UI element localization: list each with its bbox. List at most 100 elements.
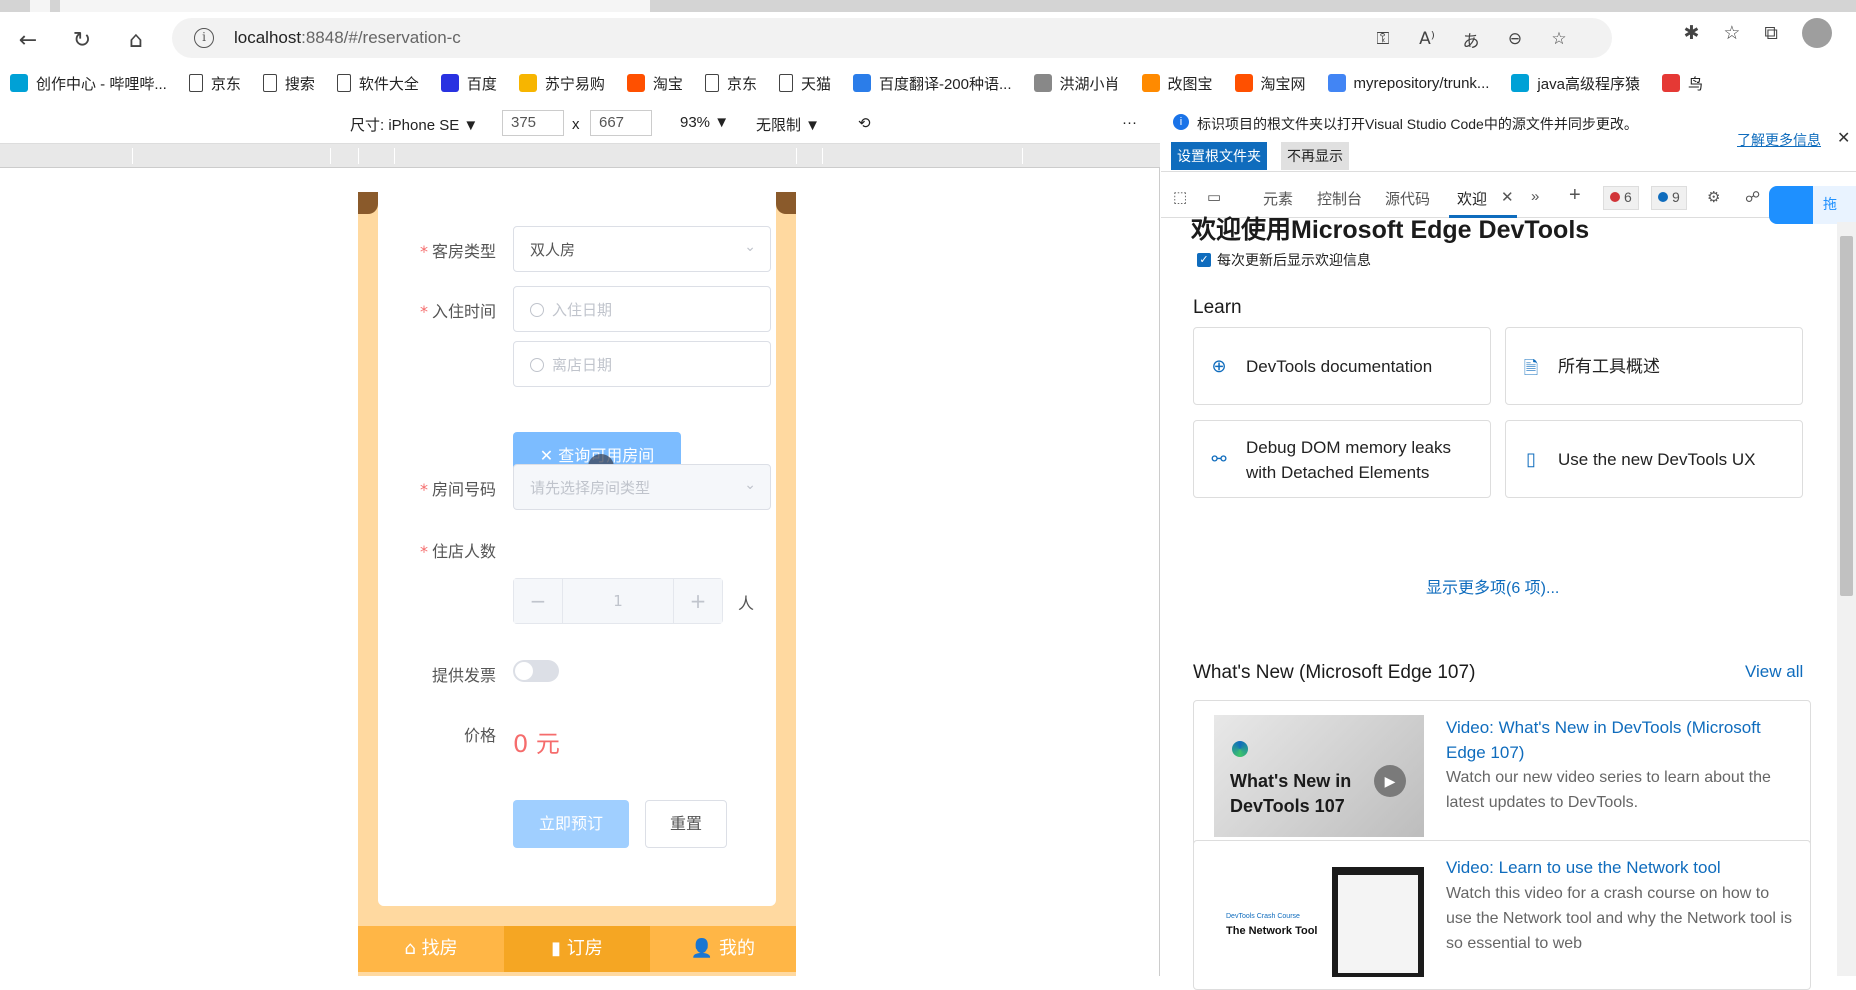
guests-value[interactable]: 1 <box>562 579 674 623</box>
settings-icon[interactable]: ⚙ <box>1707 188 1720 206</box>
tab-sources[interactable]: 源代码 <box>1385 188 1430 209</box>
home-icon[interactable]: ⌂ <box>120 24 152 56</box>
float-tool-label[interactable]: 拖 <box>1813 186 1856 224</box>
scrollbar[interactable] <box>1837 222 1856 976</box>
collections-icon[interactable]: ⧉ <box>1764 22 1778 44</box>
refresh-icon[interactable]: ↻ <box>66 24 98 56</box>
bookmark-item[interactable]: 百度 <box>440 73 497 94</box>
height-input[interactable]: 667 <box>590 110 652 136</box>
bookmark-item[interactable]: 洪湖小肖 <box>1033 73 1120 94</box>
video-thumbnail[interactable]: DevTools Crash Course The Network Tool <box>1214 855 1424 977</box>
invoice-toggle[interactable] <box>513 660 559 682</box>
bookmark-icon <box>1327 74 1346 92</box>
back-icon[interactable]: ← <box>12 24 44 56</box>
address-bar[interactable]: i localhost:8848/#/reservation-c ⚿ A⁾ あ … <box>172 18 1612 58</box>
bookmark-item[interactable]: 京东 <box>188 73 241 94</box>
show-welcome-checkbox[interactable]: ✓ 每次更新后显示欢迎信息 <box>1197 250 1371 270</box>
room-number-select[interactable]: 请先选择房间类型 ⌄ <box>513 464 771 510</box>
video-description: Watch this video for a crash course on h… <box>1446 885 1792 952</box>
rotate-icon[interactable]: ⟲ <box>858 114 871 132</box>
bookmark-item[interactable]: java高级程序猿 <box>1511 73 1640 94</box>
more-options-icon[interactable]: ··· <box>1122 114 1137 131</box>
learn-more-link[interactable]: 了解更多信息 <box>1737 130 1821 150</box>
video-card-network[interactable]: DevTools Crash Course The Network Tool V… <box>1193 840 1811 990</box>
more-tabs-icon[interactable]: » <box>1531 188 1539 205</box>
errors-badge[interactable]: 6 <box>1603 186 1639 210</box>
width-input[interactable]: 375 <box>502 110 564 136</box>
url-text[interactable]: localhost:8848/#/reservation-c <box>234 28 461 48</box>
decrement-button[interactable]: − <box>514 579 562 623</box>
translate-icon[interactable]: あ <box>1458 26 1484 52</box>
float-tool-icon[interactable] <box>1769 186 1813 224</box>
device-toolbar: 尺寸: iPhone SE ▼ 375 x 667 93% ▼ 无限制 ▼ ⟲ … <box>0 102 1160 144</box>
inspect-icon[interactable]: ⬚ <box>1173 188 1187 206</box>
dont-show-button[interactable]: 不再显示 <box>1281 142 1349 170</box>
address-row: ← ↻ ⌂ i localhost:8848/#/reservation-c ⚿… <box>0 12 1856 64</box>
device-toggle-icon[interactable]: ▭ <box>1207 188 1221 206</box>
reset-button[interactable]: 重置 <box>645 800 727 848</box>
favorite-add-icon[interactable]: ☆ <box>1546 26 1572 52</box>
bottom-tabbar: ⌂ 找房 ▮ 订房 👤 我的 <box>358 926 796 972</box>
tab-book-room[interactable]: ▮ 订房 <box>504 926 650 972</box>
checkin-date-input[interactable]: 入住日期 <box>513 286 771 332</box>
bookmark-item[interactable]: 搜索 <box>262 73 315 94</box>
devtools-infobar: i 标识项目的根文件夹以打开Visual Studio Code中的源文件并同步… <box>1161 102 1856 172</box>
bookmark-item[interactable]: 京东 <box>704 73 757 94</box>
extensions-icon[interactable]: ✱ <box>1683 22 1699 44</box>
zoom-icon[interactable]: ⊖ <box>1502 26 1528 52</box>
feedback-icon[interactable]: ☍ <box>1745 188 1760 206</box>
tab-console[interactable]: 控制台 <box>1317 188 1362 209</box>
set-root-button[interactable]: 设置根文件夹 <box>1171 142 1267 170</box>
device-size-select[interactable]: 尺寸: iPhone SE ▼ <box>350 114 478 135</box>
messages-badge[interactable]: 9 <box>1651 186 1687 210</box>
bookmark-item[interactable]: 淘宝 <box>626 73 683 94</box>
read-aloud-icon[interactable]: A⁾ <box>1414 26 1440 52</box>
bookmark-item[interactable]: 创作中心 - 哔哩哔... <box>10 73 167 94</box>
bookmark-item[interactable]: 天猫 <box>778 73 831 94</box>
add-tab-icon[interactable]: + <box>1569 184 1581 207</box>
tab-mine[interactable]: 👤 我的 <box>650 926 796 972</box>
close-icon[interactable]: ✕ <box>1837 128 1850 148</box>
view-all-link[interactable]: View all <box>1745 662 1803 682</box>
play-icon[interactable]: ▶ <box>1374 765 1406 797</box>
bookmark-item[interactable]: 改图宝 <box>1141 73 1213 94</box>
bookmark-item[interactable]: 鸟 <box>1661 73 1703 94</box>
docs-icon: ⊕ <box>1211 356 1227 376</box>
learn-card-docs[interactable]: ⊕ DevTools documentation <box>1193 327 1491 405</box>
tab-find-room[interactable]: ⌂ 找房 <box>358 926 504 972</box>
video-title[interactable]: Video: What's New in DevTools (Microsoft… <box>1446 715 1792 765</box>
zoom-select[interactable]: 93% ▼ <box>680 114 729 131</box>
profile-avatar[interactable] <box>1802 18 1832 48</box>
guests-stepper[interactable]: − 1 + <box>513 578 723 624</box>
book-now-button[interactable]: 立即预订 <box>513 800 629 848</box>
checkout-date-input[interactable]: 离店日期 <box>513 341 771 387</box>
show-more-link[interactable]: 显示更多项(6 项)... <box>1426 574 1559 598</box>
tab-fragment[interactable] <box>30 0 50 12</box>
increment-button[interactable]: + <box>674 579 722 623</box>
bookmark-item[interactable]: myrepository/trunk... <box>1327 74 1489 92</box>
video-card-whats-new[interactable]: What's New in DevTools 107 ▶ Video: What… <box>1193 700 1811 850</box>
close-tab-icon[interactable]: ✕ <box>1501 188 1514 206</box>
video-thumbnail[interactable]: What's New in DevTools 107 ▶ <box>1214 715 1424 837</box>
phone-viewport: *客房类型 双人房⌄ *入住时间 入住日期 离店日期 ✕ 查询可用房间 *房间号… <box>358 192 796 976</box>
tab-elements[interactable]: 元素 <box>1263 188 1293 209</box>
learn-card-dom-leaks[interactable]: ⚯ Debug DOM memory leaks with Detached E… <box>1193 420 1491 498</box>
active-tab[interactable] <box>60 0 650 12</box>
welcome-title: 欢迎使用Microsoft Edge DevTools <box>1191 216 1590 244</box>
learn-card-new-ux[interactable]: ▯ Use the new DevTools UX <box>1505 420 1803 498</box>
bookmark-item[interactable]: 百度翻译-200种语... <box>852 73 1012 94</box>
bookmark-icon <box>626 74 645 92</box>
panel-icon: ▯ <box>1526 449 1536 469</box>
bookmark-item[interactable]: 苏宁易购 <box>518 73 605 94</box>
favorites-icon[interactable]: ☆ <box>1723 22 1740 44</box>
bookmark-icon <box>336 74 351 92</box>
video-title[interactable]: Video: Learn to use the Network tool <box>1446 855 1792 880</box>
site-info-icon[interactable]: i <box>194 28 214 48</box>
bookmark-item[interactable]: 软件大全 <box>336 73 419 94</box>
room-type-select[interactable]: 双人房 ⌄ <box>513 226 771 272</box>
key-icon[interactable]: ⚿ <box>1370 26 1396 52</box>
learn-card-overview[interactable]: 🗎 所有工具概述 <box>1505 327 1803 405</box>
bookmark-item[interactable]: 淘宝网 <box>1234 73 1306 94</box>
tab-welcome[interactable]: 欢迎 <box>1457 188 1487 209</box>
throttle-select[interactable]: 无限制 ▼ <box>756 114 820 135</box>
